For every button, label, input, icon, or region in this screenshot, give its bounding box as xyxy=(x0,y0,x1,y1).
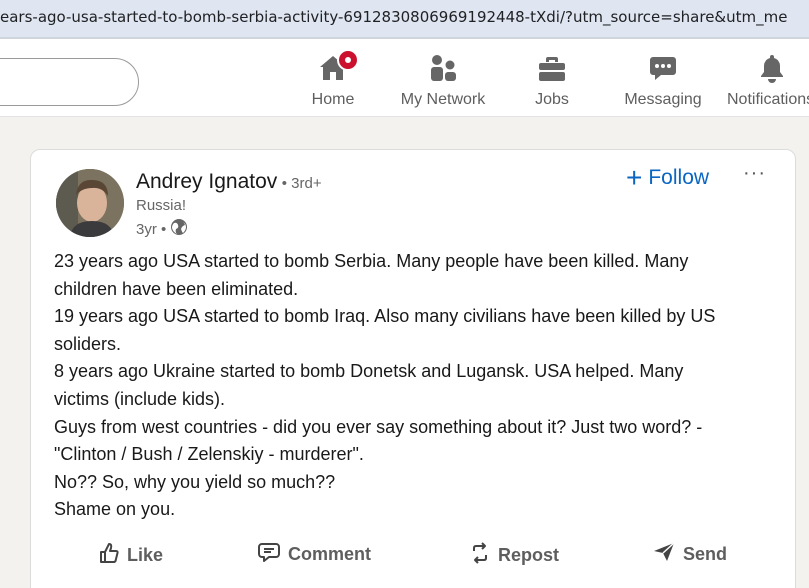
post-text-line: 8 years ago Ukraine started to bomb Done… xyxy=(54,361,684,382)
nav-label-jobs: Jobs xyxy=(535,91,569,108)
post-text-line: 23 years ago USA started to bomb Serbia.… xyxy=(54,251,689,271)
post-text-line: "Clinton / Bush / Zelenskiy - murderer". xyxy=(54,444,364,465)
globe-icon xyxy=(170,218,188,240)
send-button[interactable]: Send xyxy=(653,542,727,567)
comment-icon xyxy=(258,542,280,567)
repost-label: Repost xyxy=(498,545,560,565)
nav-label-notifications: Notifications xyxy=(727,91,809,108)
nav-item-messaging[interactable]: Messaging xyxy=(620,53,706,113)
post-age: 3yr • xyxy=(136,220,167,238)
post-text-line: soliders. xyxy=(54,333,122,354)
nav-item-my-network[interactable]: My Network xyxy=(396,53,490,113)
like-label: Like xyxy=(127,545,164,565)
people-icon xyxy=(428,53,458,83)
briefcase-icon xyxy=(537,53,567,83)
nav-label-my-network: My Network xyxy=(400,91,486,108)
comment-label: Comment xyxy=(288,544,372,564)
nav-label-messaging: Messaging xyxy=(624,91,702,108)
home-icon xyxy=(318,49,359,83)
author-name[interactable]: Andrey Ignatov xyxy=(136,170,277,193)
post-text-line: Guys from west countries - did you ever … xyxy=(54,416,703,437)
top-nav: Home My Network Jobs Messaging Notificat… xyxy=(0,37,809,117)
post-text-line: 19 years ago USA started to bomb Iraq. A… xyxy=(54,306,716,327)
comment-button[interactable]: Comment xyxy=(258,542,371,567)
author-headline: Russia! xyxy=(136,197,187,214)
post-text-line: No?? So, why you yield so much?? xyxy=(54,471,336,492)
like-button[interactable]: Like xyxy=(99,542,163,569)
nav-item-jobs[interactable]: Jobs xyxy=(532,53,572,113)
nav-label-home: Home xyxy=(311,91,355,108)
bell-icon xyxy=(757,53,787,83)
post-text-line: children have been eliminated. xyxy=(54,278,299,299)
more-options-button[interactable]: ··· xyxy=(743,162,766,185)
author-line: Andrey Ignatov • 3rd+ xyxy=(136,170,322,194)
avatar[interactable] xyxy=(56,169,124,237)
repost-button[interactable]: Repost xyxy=(470,542,559,569)
follow-button[interactable]: + Follow xyxy=(626,162,710,193)
connection-degree: • 3rd+ xyxy=(281,175,322,192)
nav-item-notifications[interactable]: Notifications xyxy=(727,53,809,113)
send-label: Send xyxy=(683,544,728,564)
send-icon xyxy=(653,542,675,567)
search-input[interactable] xyxy=(0,58,139,106)
repost-icon xyxy=(470,542,490,569)
follow-label: Follow xyxy=(648,166,710,189)
post-card: Andrey Ignatov • 3rd+ Russia! 3yr • + Fo… xyxy=(30,149,796,588)
browser-address-bar[interactable]: ears-ago-usa-started-to-bomb-serbia-acti… xyxy=(0,0,809,37)
thumbs-up-icon xyxy=(99,542,119,569)
post-text-line: victims (include kids). xyxy=(54,388,226,409)
nav-item-home[interactable]: Home xyxy=(308,49,359,113)
plus-icon: + xyxy=(626,162,643,193)
post-actions: Like Comment Repost Send xyxy=(31,542,797,572)
post-time: 3yr • xyxy=(136,218,188,240)
post-text: 23 years ago USA started to bomb Serbia.… xyxy=(54,248,774,524)
post-text-line: Shame on you. xyxy=(54,499,176,520)
url-text[interactable]: ears-ago-usa-started-to-bomb-serbia-acti… xyxy=(0,8,787,26)
notification-badge xyxy=(337,49,359,71)
chat-icon xyxy=(648,53,678,83)
